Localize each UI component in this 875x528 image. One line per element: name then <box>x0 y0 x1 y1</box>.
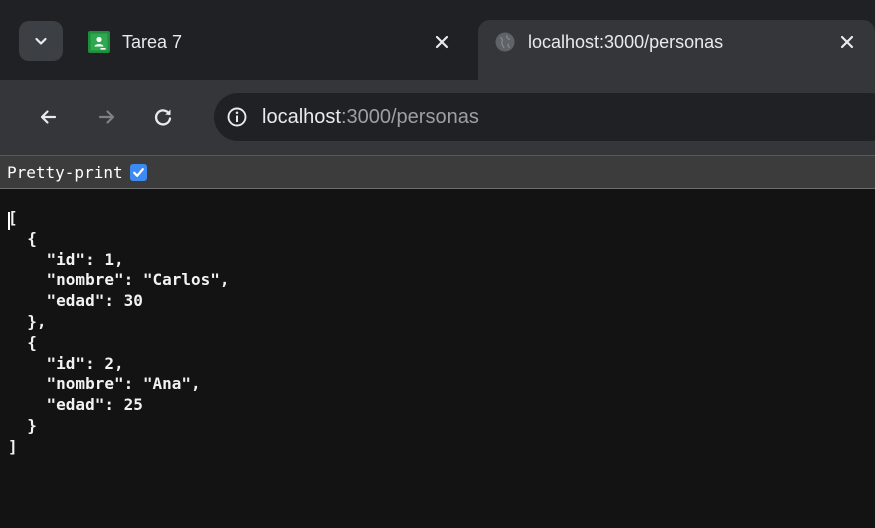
url-path: :3000/personas <box>340 105 479 128</box>
site-info-button[interactable] <box>222 102 252 132</box>
reload-icon <box>155 109 172 126</box>
google-classroom-icon <box>88 31 110 53</box>
forward-button[interactable] <box>90 100 124 134</box>
tab-title: Tarea 7 <box>122 32 183 52</box>
tab-tarea-7[interactable]: Tarea 7 <box>72 20 464 80</box>
close-icon <box>840 35 854 49</box>
tab-search-button[interactable] <box>19 21 63 61</box>
json-content: [ { "id": 1, "nombre": "Carlos", "edad":… <box>8 208 230 456</box>
back-arrow-icon <box>40 110 57 124</box>
globe-icon <box>495 32 515 52</box>
pretty-print-bar: Pretty-print <box>0 155 875 189</box>
address-bar[interactable]: localhost:3000/personas <box>214 93 875 141</box>
reload-button[interactable] <box>146 100 180 134</box>
chevron-down-icon <box>35 37 47 45</box>
url-host: localhost <box>262 105 341 128</box>
close-tab-button[interactable] <box>432 32 452 52</box>
tab-strip: Tarea 7 localhost:3000/personas <box>0 0 875 80</box>
forward-arrow-icon <box>98 110 115 124</box>
pretty-print-checkbox[interactable] <box>129 163 147 181</box>
browser-toolbar: localhost:3000/personas <box>0 80 875 155</box>
url-text: localhost:3000/personas <box>262 106 479 129</box>
pretty-print-label: Pretty-print <box>7 162 123 182</box>
checkmark-icon <box>132 167 144 177</box>
tab-localhost-personas[interactable]: localhost:3000/personas <box>478 20 875 80</box>
close-icon <box>435 35 449 49</box>
info-icon <box>227 107 247 127</box>
back-button[interactable] <box>31 100 65 134</box>
tab-title: localhost:3000/personas <box>528 32 724 52</box>
close-tab-button[interactable] <box>837 32 857 52</box>
